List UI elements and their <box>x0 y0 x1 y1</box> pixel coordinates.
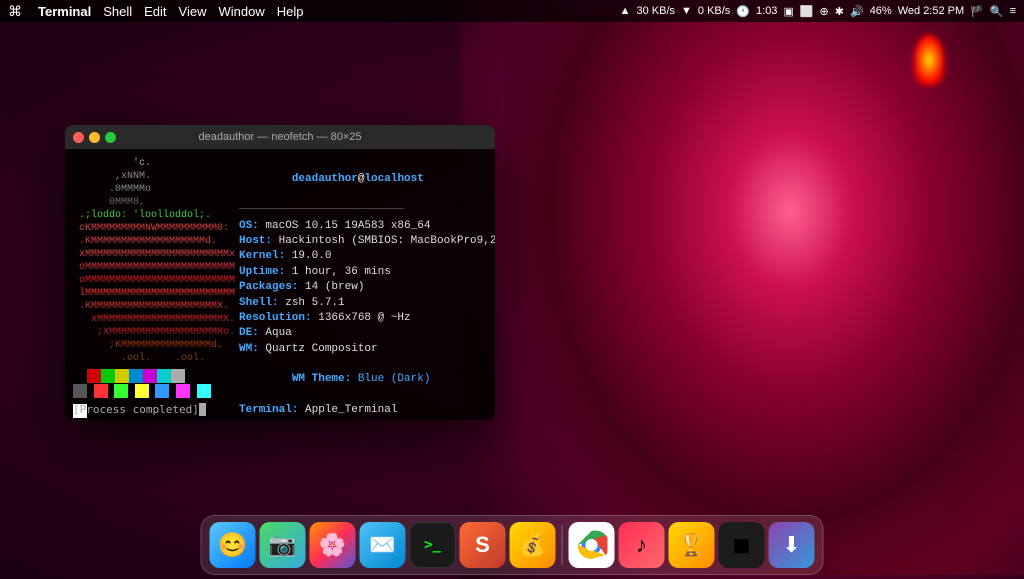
dock-photos[interactable]: 🌸 <box>310 522 356 568</box>
menu-window[interactable]: Window <box>219 4 265 19</box>
uptime-line: Uptime: 1 hour, 36 mins <box>239 265 487 280</box>
menubar-left: ⌘ Terminal Shell Edit View Window Help <box>8 3 620 20</box>
display-icon: ▣ <box>783 5 793 18</box>
net-down-value: 0 KB/s <box>698 5 730 17</box>
app-menu-terminal[interactable]: Terminal <box>38 4 91 19</box>
close-button[interactable] <box>73 132 84 143</box>
ascii-line-5: .;loddo: 'loolloddol;. <box>73 209 231 222</box>
ascii-art-panel: 'c. ,xNNM. .0MMMMo 0MMM8, .;loddo: 'lool… <box>65 149 235 420</box>
username: deadauthor <box>292 173 358 185</box>
net-up-value: 30 KB/s <box>636 5 675 17</box>
dock-separator <box>562 525 563 565</box>
ascii-line-4: 0MMM8, <box>73 196 231 209</box>
ascii-line-3: .0MMMMo <box>73 183 231 196</box>
dock-music[interactable]: ♪ <box>619 522 665 568</box>
terminal-bottom-bar: [Process completed] <box>65 399 495 421</box>
kernel-line: Kernel: 19.0.0 <box>239 249 487 264</box>
maximize-button[interactable] <box>105 132 116 143</box>
ascii-line-11: lMMMMMMMMMMMMMMMMMMMMMMMMM. <box>73 287 231 300</box>
menu-view[interactable]: View <box>179 4 207 19</box>
ascii-line-14: ;XMMMMMMMMMMMMMMMMMMMo. <box>73 326 231 339</box>
process-completed-text: [Process completed] <box>73 403 199 416</box>
dock-chrome[interactable] <box>569 522 615 568</box>
dock-finder[interactable]: 😊 <box>210 522 256 568</box>
hostname: localhost <box>364 173 423 185</box>
sysinfo-panel: deadauthor@localhost ───────────────────… <box>235 149 495 420</box>
ascii-line-15: ;KMMMMMMMMMMMMMMMd. <box>73 339 231 352</box>
ascii-line-13: xMMMMMMMMMMMMMMMMMMMMMX. <box>73 313 231 326</box>
ascii-line-16: .ool. .ool. <box>73 352 231 365</box>
ascii-line-2: ,xNNM. <box>73 170 231 183</box>
resolution-line: Resolution: 1366x768 @ ~Hz <box>239 311 487 326</box>
ascii-line-8: xMMMMMMMMMMMMMMMMMMMMMMMMx <box>73 248 231 261</box>
host-line: Host: Hackintosh (SMBIOS: MacBookPro9,2) <box>239 234 487 249</box>
wm-line: WM: Quartz Compositor <box>239 342 487 357</box>
menu-shell[interactable]: Shell <box>103 4 132 19</box>
color-swatches <box>73 369 231 383</box>
dock: 😊 📷 🌸 ✉️ >_ S 💰 ♪ 🏆 ◼ ⬇ <box>201 515 824 575</box>
user-host-line: deadauthor@localhost <box>239 157 487 203</box>
menu-edit[interactable]: Edit <box>144 4 166 19</box>
ascii-line-9: oMMMMMMMMMMMMMMMMMMMMMMMMMk <box>73 261 231 274</box>
dock-facetime[interactable]: 📷 <box>260 522 306 568</box>
dock-sublime[interactable]: S <box>460 522 506 568</box>
packages-line: Packages: 14 (brew) <box>239 280 487 295</box>
terminal-body[interactable]: 'c. ,xNNM. .0MMMMo 0MMM8, .;loddo: 'lool… <box>65 149 495 420</box>
bluetooth-icon: ✱ <box>835 5 844 18</box>
menubar-right: ▲ 30 KB/s ▼ 0 KB/s 🕐 1:03 ▣ ⬜ ⊕ ✱ 🔊 46% … <box>620 5 1016 18</box>
traffic-lights <box>73 132 116 143</box>
apple-menu[interactable]: ⌘ <box>8 3 22 20</box>
terminal-title: deadauthor — neofetch — 80×25 <box>199 131 362 143</box>
ascii-line-6: cKMMMMMMMMMNWMMMMMMMMMM0: <box>73 222 231 235</box>
ascii-line-7: .KMMMMMMMMMMMMMMMMMMMd. <box>73 235 231 248</box>
de-line: DE: Aqua <box>239 326 487 341</box>
laptop-icon: ⬜ <box>800 5 814 18</box>
volume-icon: 🔊 <box>850 5 864 18</box>
datetime-display: Wed 2:52 PM <box>898 5 964 17</box>
separator-line: ───────────────────────── <box>239 203 487 218</box>
ascii-line-10: oMMMMMMMMMMMMMMMMMMMMMMMMMk <box>73 274 231 287</box>
dock-app-dark[interactable]: ◼ <box>719 522 765 568</box>
network-up-icon: ▲ <box>620 5 631 17</box>
search-icon[interactable]: 🔍 <box>990 5 1004 18</box>
shell-line: Shell: zsh 5.7.1 <box>239 296 487 311</box>
dock-terminal[interactable]: >_ <box>410 522 456 568</box>
terminal-window: deadauthor — neofetch — 80×25 'c. ,xNNM.… <box>65 125 495 420</box>
list-icon[interactable]: ≡ <box>1010 5 1016 17</box>
minimize-button[interactable] <box>89 132 100 143</box>
wm-theme-line: WM Theme: Blue (Dark) <box>239 357 487 403</box>
flag-icon: 🏴 <box>970 5 984 18</box>
dock-trophy[interactable]: 🏆 <box>669 522 715 568</box>
menubar: ⌘ Terminal Shell Edit View Window Help ▲… <box>0 0 1024 22</box>
os-line: OS: macOS 10.15 19A583 x86_64 <box>239 219 487 234</box>
dock-mail[interactable]: ✉️ <box>360 522 406 568</box>
ascii-line-1: 'c. <box>73 157 231 170</box>
dock-installer[interactable]: ⬇ <box>769 522 815 568</box>
clock-icon: 🕐 <box>736 5 750 18</box>
wallpaper-art <box>504 15 1024 575</box>
dock-dollar[interactable]: 💰 <box>510 522 556 568</box>
cursor <box>199 403 206 416</box>
network-down-icon: ▼ <box>681 5 692 17</box>
time-display: 1:03 <box>756 5 777 17</box>
menu-help[interactable]: Help <box>277 4 304 19</box>
battery-value: 46% <box>870 5 892 17</box>
ascii-line-12: .KMMMMMMMMMMMMMMMMMMMMMX. <box>73 300 231 313</box>
terminal-titlebar: deadauthor — neofetch — 80×25 <box>65 125 495 149</box>
wifi-icon: ⊕ <box>820 5 829 18</box>
